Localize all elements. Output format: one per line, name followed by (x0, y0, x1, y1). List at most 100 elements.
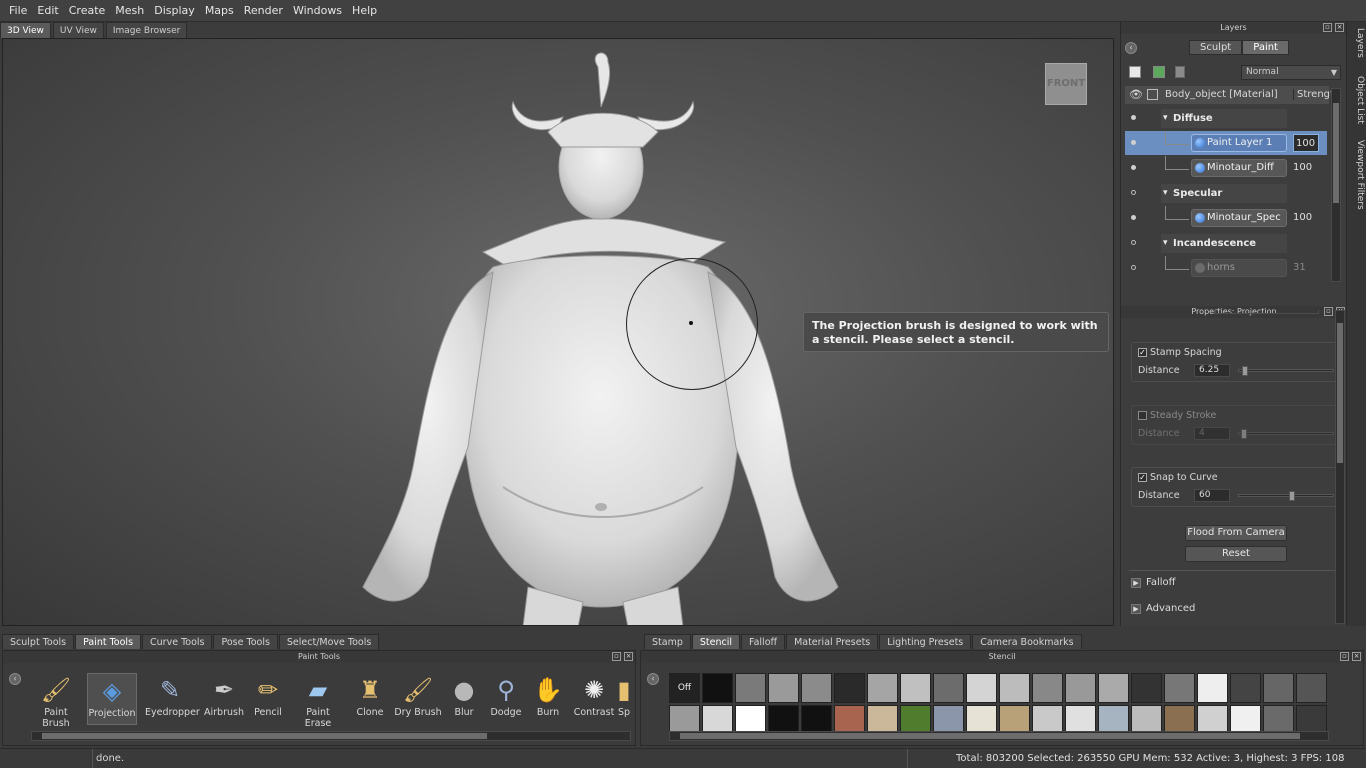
expand-icon[interactable]: ▶ (1131, 578, 1141, 588)
advanced-section[interactable]: ▶ Advanced (1131, 603, 1195, 614)
stamp-spacing-input[interactable]: 6.25 (1194, 364, 1230, 377)
stencil-thumbnail[interactable] (702, 673, 733, 703)
layer-group-specular[interactable]: Specular (1125, 181, 1327, 205)
tab-falloff[interactable]: Falloff (741, 634, 786, 649)
tools-scrollbar[interactable] (31, 731, 631, 741)
slider-thumb[interactable] (1288, 491, 1295, 501)
close-icon[interactable]: × (624, 652, 633, 661)
stencil-thumbnail[interactable] (1032, 673, 1063, 703)
chevron-left-icon[interactable]: ‹ (647, 673, 659, 685)
tab-stamp[interactable]: Stamp (644, 634, 691, 649)
visibility-dot[interactable] (1131, 115, 1136, 120)
stencil-thumbnail[interactable] (1230, 673, 1261, 703)
chevron-left-icon[interactable]: ‹ (1125, 42, 1137, 54)
steady-stroke-slider[interactable] (1238, 429, 1334, 439)
slider-thumb[interactable] (1241, 366, 1248, 376)
snap-to-curve-slider[interactable] (1238, 491, 1334, 501)
tab-sculpt-tools[interactable]: Sculpt Tools (2, 634, 75, 649)
tab-curve-tools[interactable]: Curve Tools (142, 634, 213, 649)
tool-clone[interactable]: ♜ Clone (345, 673, 395, 725)
delete-layer-icon[interactable] (1175, 66, 1185, 78)
lock-icon[interactable] (1147, 89, 1158, 100)
float-icon[interactable]: ▫ (612, 652, 621, 661)
tab-select-move-tools[interactable]: Select/Move Tools (278, 634, 380, 649)
visibility-dot[interactable] (1131, 215, 1136, 220)
checkbox[interactable]: ✓ (1138, 348, 1147, 357)
tool-contrast[interactable]: ✺ Contrast (569, 673, 619, 725)
tool-dry-brush[interactable]: 🖌 Dry Brush (393, 673, 443, 725)
scroll-thumb[interactable] (42, 733, 487, 739)
slider-thumb[interactable] (1240, 429, 1247, 439)
steady-stroke-input[interactable]: 4 (1194, 427, 1230, 440)
snap-to-curve-input[interactable]: 60 (1194, 489, 1230, 502)
layer-strength[interactable]: 31 (1293, 259, 1319, 277)
layer-horns[interactable]: horns 31 (1125, 256, 1327, 280)
menu-mesh[interactable]: Mesh (110, 0, 149, 22)
float-icon[interactable]: ▫ (1324, 307, 1333, 316)
stencil-thumbnail[interactable] (1197, 673, 1228, 703)
tab-3d-view[interactable]: 3D View (0, 22, 51, 38)
steady-stroke-toggle[interactable]: Steady Stroke (1138, 410, 1216, 421)
scroll-thumb[interactable] (680, 733, 1300, 739)
flood-from-camera-button[interactable]: Flood From Camera (1185, 525, 1287, 541)
snap-to-curve-toggle[interactable]: ✓ Snap to Curve (1138, 472, 1218, 483)
visibility-dot[interactable] (1131, 165, 1136, 170)
mode-sculpt[interactable]: Sculpt (1189, 40, 1243, 55)
blend-mode-select[interactable]: Normal ▼ (1241, 65, 1341, 80)
stamp-spacing-slider[interactable] (1238, 366, 1334, 376)
layer-strength[interactable]: 100 (1293, 209, 1319, 227)
eye-icon[interactable]: 👁 (1129, 88, 1143, 101)
menu-display[interactable]: Display (149, 0, 200, 22)
close-icon[interactable]: × (1335, 23, 1344, 32)
menu-create[interactable]: Create (64, 0, 111, 22)
tab-lighting-presets[interactable]: Lighting Presets (879, 634, 972, 649)
checkbox[interactable]: ✓ (1138, 473, 1147, 482)
menu-maps[interactable]: Maps (200, 0, 239, 22)
tool-airbrush[interactable]: ✒ Airbrush (199, 673, 249, 725)
layer-paint-layer-1[interactable]: Paint Layer 1 100 (1125, 131, 1327, 155)
expand-icon[interactable]: ▶ (1131, 604, 1141, 614)
visibility-dot[interactable] (1131, 190, 1136, 195)
side-tab-viewport-filters[interactable]: Viewport Filters (1349, 140, 1365, 210)
stamp-spacing-toggle[interactable]: ✓ Stamp Spacing (1138, 347, 1222, 358)
menu-file[interactable]: File (4, 0, 32, 22)
layers-scrollbar[interactable] (1331, 88, 1341, 282)
import-layer-icon[interactable] (1153, 66, 1165, 78)
float-icon[interactable]: ▫ (1323, 23, 1332, 32)
tool-sponge[interactable]: ▮ Sp (613, 673, 635, 725)
side-tab-layers[interactable]: Layers (1349, 28, 1365, 58)
tab-pose-tools[interactable]: Pose Tools (213, 634, 278, 649)
stencil-thumbnail[interactable] (834, 673, 865, 703)
tab-paint-tools[interactable]: Paint Tools (75, 634, 142, 649)
visibility-dot[interactable] (1131, 140, 1136, 145)
stencil-off[interactable]: Off (669, 673, 700, 703)
menu-render[interactable]: Render (239, 0, 288, 22)
stencil-thumbnail[interactable] (801, 673, 832, 703)
visibility-dot[interactable] (1131, 265, 1136, 270)
float-icon[interactable]: ▫ (1340, 652, 1349, 661)
menu-windows[interactable]: Windows (288, 0, 347, 22)
tool-burn[interactable]: ✋ Burn (523, 673, 573, 725)
tool-eyedropper[interactable]: ✎ Eyedropper (145, 673, 200, 725)
stencil-thumbnail[interactable] (1065, 673, 1096, 703)
layer-minotaur-diff[interactable]: Minotaur_Diff 100 (1125, 156, 1327, 180)
reset-button[interactable]: Reset (1185, 546, 1287, 562)
stencil-thumbnail[interactable] (966, 673, 997, 703)
tool-projection[interactable]: ◈ Projection (87, 673, 137, 725)
stencil-thumbnail[interactable] (1098, 673, 1129, 703)
chevron-left-icon[interactable]: ‹ (9, 673, 21, 685)
3d-viewport[interactable]: FRONT The Projection brush is designed t… (2, 38, 1114, 626)
layer-strength[interactable]: 100 (1293, 159, 1319, 177)
properties-scrollbar[interactable] (1335, 310, 1345, 624)
tab-image-browser[interactable]: Image Browser (105, 22, 188, 38)
stencil-thumbnail[interactable] (867, 673, 898, 703)
stencil-thumbnail[interactable] (1131, 673, 1162, 703)
tab-stencil[interactable]: Stencil (691, 634, 740, 649)
stencil-thumbnail[interactable] (768, 673, 799, 703)
visibility-dot[interactable] (1131, 240, 1136, 245)
mode-paint[interactable]: Paint (1242, 40, 1289, 55)
stencil-thumbnail[interactable] (735, 673, 766, 703)
falloff-section[interactable]: ▶ Falloff (1131, 577, 1176, 588)
checkbox[interactable] (1138, 411, 1147, 420)
side-tab-object-list[interactable]: Object List (1349, 76, 1365, 124)
